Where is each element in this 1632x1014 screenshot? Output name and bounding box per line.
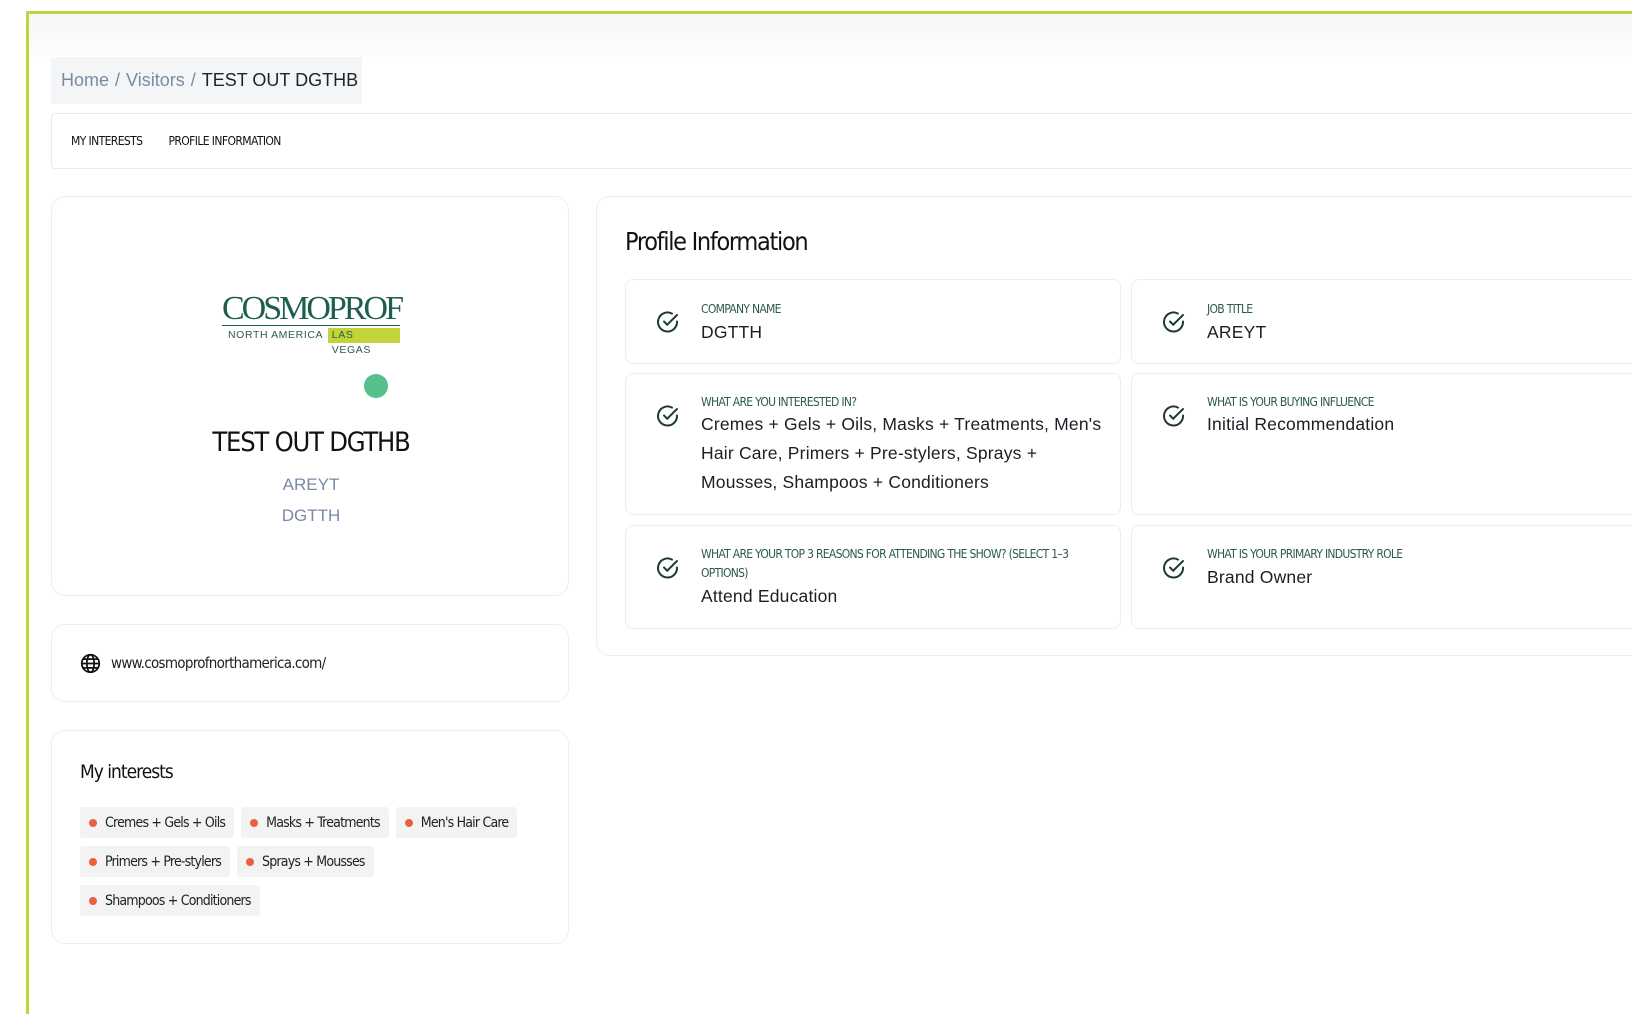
check-circle-icon <box>1163 405 1185 427</box>
bullet-dot-icon <box>250 818 259 827</box>
bullet-dot-icon <box>89 857 97 866</box>
info-item-top-reasons: WHAT ARE YOUR TOP 3 REASONS FOR ATTENDIN… <box>625 525 1121 629</box>
logo-subtitle-left: NORTH AMERICA <box>228 329 324 341</box>
bullet-dot-icon <box>89 896 97 905</box>
info-value: Initial Recommendation <box>1207 414 1395 434</box>
interests-card: My interests Cremes + Gels + Oils Masks … <box>51 730 569 944</box>
website-link[interactable]: www.cosmoprofnorthamerica.com/ <box>111 654 326 672</box>
interest-chip: Shampoos + Conditioners <box>80 885 260 916</box>
check-circle-icon <box>1163 311 1185 333</box>
profile-name: TEST OUT DGTHB <box>212 427 410 458</box>
breadcrumb-separator: / <box>115 70 121 90</box>
interests-title: My interests <box>80 761 174 783</box>
interest-chip-label: Sprays + Mousses <box>262 853 365 870</box>
profile-company: DGTTH <box>281 506 341 525</box>
info-item-company-name: COMPANY NAME DGTTH <box>625 279 1121 364</box>
info-item-industry-role: WHAT IS YOUR PRIMARY INDUSTRY ROLE Brand… <box>1131 525 1632 629</box>
globe-icon <box>80 653 101 673</box>
info-item-buying-influence: WHAT IS YOUR BUYING INFLUENCE Initial Re… <box>1131 373 1632 515</box>
info-value: AREYT <box>1207 322 1267 342</box>
info-label: WHAT IS YOUR PRIMARY INDUSTRY ROLE <box>1207 547 1403 561</box>
tab-bar: MY INTERESTS PROFILE INFORMATION <box>51 113 1632 169</box>
interest-chip: Sprays + Mousses <box>237 846 374 877</box>
interest-chip-label: Shampoos + Conditioners <box>105 892 252 909</box>
info-item-job-title: JOB TITLE AREYT <box>1131 279 1632 364</box>
tab-profile-information[interactable]: PROFILE INFORMATION <box>168 134 281 148</box>
interest-chip: Primers + Pre-stylers <box>80 846 230 877</box>
interest-chip-label: Cremes + Gels + Oils <box>105 814 226 831</box>
breadcrumb-current: TEST OUT DGTHB <box>201 70 359 90</box>
logo-subtitle-right: LAS VEGAS <box>327 328 400 356</box>
check-circle-icon <box>657 557 679 579</box>
check-circle-icon <box>657 405 679 427</box>
info-value: Attend Education <box>701 586 838 606</box>
info-item-interested-in: WHAT ARE YOU INTERESTED IN? Cremes + Gel… <box>625 373 1121 515</box>
interest-chip: Masks + Treatments <box>241 807 389 838</box>
interest-chip-label: Masks + Treatments <box>266 814 380 831</box>
breadcrumb-separator: / <box>190 70 196 90</box>
logo-wordmark: COSMOPROF <box>222 290 404 327</box>
profile-information-panel: Profile Information COMPANY NAME DGTTH J… <box>596 196 1632 656</box>
interest-chip-label: Primers + Pre-stylers <box>105 853 222 870</box>
info-label: JOB TITLE <box>1207 302 1253 316</box>
check-circle-icon <box>1163 557 1185 579</box>
profile-card: COSMOPROF NORTH AMERICA LAS VEGAS TEST O… <box>51 196 569 596</box>
info-value: DGTTH <box>701 322 763 342</box>
cosmoprof-logo: COSMOPROF NORTH AMERICA LAS VEGAS <box>222 290 404 356</box>
bullet-dot-icon <box>404 818 413 827</box>
bullet-dot-icon <box>246 857 254 866</box>
info-value: Brand Owner <box>1207 567 1313 587</box>
breadcrumb-home[interactable]: Home <box>61 70 109 91</box>
tab-my-interests[interactable]: MY INTERESTS <box>71 134 143 148</box>
interest-chip-label: Men's Hair Care <box>420 814 509 831</box>
profile-job-title: AREYT <box>282 475 340 494</box>
online-status-indicator <box>364 374 388 398</box>
interest-chip-list: Cremes + Gels + Oils Masks + Treatments … <box>80 807 550 924</box>
check-circle-icon <box>657 311 679 333</box>
info-label: WHAT ARE YOUR TOP 3 REASONS FOR ATTENDIN… <box>701 547 1069 580</box>
interest-chip: Men's Hair Care <box>395 807 518 838</box>
profile-information-title: Profile Information <box>625 227 809 256</box>
info-label: COMPANY NAME <box>701 302 781 316</box>
breadcrumb-visitors[interactable]: Visitors <box>126 70 185 91</box>
bullet-dot-icon <box>89 818 97 827</box>
interest-chip: Cremes + Gels + Oils <box>80 807 235 838</box>
website-card: www.cosmoprofnorthamerica.com/ <box>51 624 569 702</box>
breadcrumb: Home / Visitors / TEST OUT DGTHB <box>51 57 362 104</box>
info-value: Cremes + Gels + Oils, Masks + Treatments… <box>701 414 1102 492</box>
